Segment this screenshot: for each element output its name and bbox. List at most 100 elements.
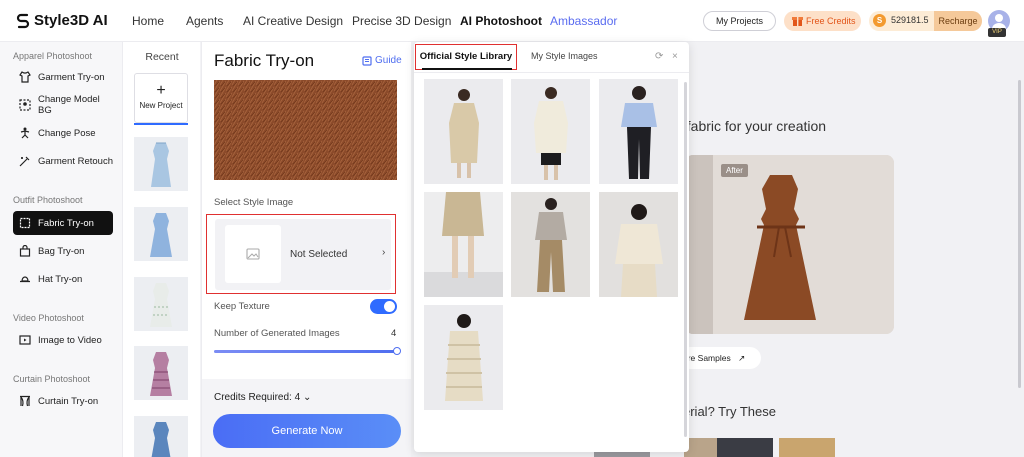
keep-texture-label: Keep Texture: [214, 301, 270, 312]
fabric-swatch[interactable]: [717, 438, 773, 457]
recent-thumbnail[interactable]: [134, 137, 188, 191]
style-image-tile[interactable]: [424, 192, 503, 297]
guide-link[interactable]: Guide: [362, 55, 402, 66]
after-badge: After: [721, 164, 748, 177]
nav-ai-photoshoot[interactable]: AI Photoshoot: [460, 14, 542, 28]
style-image-selector[interactable]: Not Selected ›: [206, 214, 396, 294]
sidebar: Apparel Photoshoot Garment Try-on Change…: [0, 42, 122, 457]
sidebar-item-change-model-bg[interactable]: Change Model BG: [13, 93, 113, 117]
free-credits-button[interactable]: Free Credits: [784, 11, 861, 31]
sidebar-item-change-pose[interactable]: Change Pose: [13, 121, 113, 145]
sidebar-section-video: Video Photoshoot: [13, 313, 84, 323]
chevron-right-icon: ›: [382, 247, 386, 258]
retouch-icon: [19, 155, 31, 167]
panel-footer: Credits Required: 4 ⌄ Generate Now: [202, 379, 412, 457]
image-placeholder: [225, 225, 281, 283]
slider-handle[interactable]: [393, 347, 401, 355]
style3d-logo-icon: [16, 13, 30, 28]
chevron-down-icon: ⌄: [302, 392, 312, 403]
recent-thumbnail[interactable]: [134, 207, 188, 261]
book-icon: [362, 55, 372, 66]
num-images-slider[interactable]: [214, 350, 398, 353]
sample-card: After: [685, 155, 894, 334]
hat-icon: [19, 273, 31, 285]
gift-icon: [792, 17, 803, 26]
sample-image: [685, 155, 894, 334]
sidebar-item-garment-try-on[interactable]: Garment Try-on: [13, 65, 113, 89]
tab-my-style-images[interactable]: My Style Images: [531, 51, 598, 61]
library-scrollbar[interactable]: [684, 82, 687, 437]
style-image-tile[interactable]: [424, 305, 503, 410]
sidebar-section-curtain: Curtain Photoshoot: [13, 374, 91, 384]
new-project-label: New Project: [139, 101, 183, 110]
bag-icon: [19, 245, 31, 257]
sidebar-item-fabric-try-on[interactable]: Fabric Try-on: [13, 211, 113, 235]
fabric-swatch[interactable]: [779, 438, 835, 457]
nav-precise-3d-design[interactable]: Precise 3D Design: [352, 14, 451, 28]
recent-thumbnail[interactable]: [134, 416, 188, 457]
style-image-tile[interactable]: [599, 192, 678, 297]
brand-logo[interactable]: Style3D AI: [16, 12, 108, 29]
try-these-heading: erial? Try These: [683, 404, 776, 419]
credits-required[interactable]: Credits Required: 4 ⌄: [214, 392, 311, 403]
keep-texture-toggle[interactable]: [370, 299, 397, 314]
main-heading: t fabric for your creation: [679, 118, 827, 134]
tab-official-style-library[interactable]: Official Style Library: [415, 44, 517, 70]
tab-divider: [414, 72, 689, 73]
image-icon: [246, 248, 260, 260]
arrow-up-right-icon: ↗: [738, 353, 746, 363]
free-credits-label: Free Credits: [806, 16, 856, 26]
garment-icon: [19, 71, 31, 83]
nav-agents[interactable]: Agents: [186, 14, 223, 28]
curtain-icon: [19, 395, 31, 407]
style-image-tile[interactable]: [511, 79, 590, 184]
video-icon: [19, 334, 31, 346]
style-image-tile[interactable]: [599, 79, 678, 184]
close-icon[interactable]: ×: [672, 51, 678, 62]
style-library-popover: Official Style Library My Style Images ⟳…: [414, 42, 689, 452]
brand-name: Style3D AI: [34, 12, 108, 29]
num-images-value: 4: [391, 328, 397, 339]
fabric-icon: [19, 217, 31, 229]
nav-home[interactable]: Home: [132, 14, 164, 28]
pose-icon: [19, 127, 31, 139]
recent-thumbnail[interactable]: [134, 346, 188, 400]
sidebar-item-curtain-try-on[interactable]: Curtain Try-on: [13, 389, 113, 413]
style-image-tile[interactable]: [511, 192, 590, 297]
select-style-label: Select Style Image: [214, 197, 294, 208]
plus-icon: +: [156, 82, 166, 99]
refresh-icon[interactable]: ⟳: [655, 51, 663, 62]
my-projects-button[interactable]: My Projects: [703, 11, 776, 31]
style-image-selector-inner: Not Selected ›: [215, 219, 391, 290]
top-nav: Style3D AI Home Agents AI Creative Desig…: [0, 0, 1024, 42]
page-title: Fabric Try-on: [214, 51, 315, 70]
sidebar-item-garment-retouch[interactable]: Garment Retouch: [13, 149, 113, 173]
sidebar-section-outfit: Outfit Photoshoot: [13, 195, 83, 205]
style-image-tile[interactable]: [424, 79, 503, 184]
sidebar-item-image-to-video[interactable]: Image to Video: [13, 328, 113, 352]
more-samples-button[interactable]: ore Samples ↗: [679, 347, 761, 369]
credit-balance-value: 529181.5: [891, 15, 929, 25]
recent-thumbnail[interactable]: [134, 277, 188, 331]
credit-balance: S 529181.5 Recharge: [869, 11, 982, 31]
fabric-try-on-panel: Fabric Try-on Guide Select Style Image N…: [201, 42, 412, 457]
fabric-preview[interactable]: [214, 80, 397, 180]
active-tab-underline: [422, 68, 512, 70]
num-images-label: Number of Generated Images: [214, 328, 340, 339]
new-project-button[interactable]: + New Project: [134, 73, 188, 123]
generate-now-button[interactable]: Generate Now: [213, 414, 401, 448]
sidebar-section-apparel: Apparel Photoshoot: [13, 51, 93, 61]
sidebar-item-hat-try-on[interactable]: Hat Try-on: [13, 267, 113, 291]
not-selected-text: Not Selected: [290, 249, 348, 260]
coin-icon: S: [873, 14, 886, 27]
background-icon: [19, 99, 31, 111]
recent-column: Recent + New Project: [122, 42, 200, 457]
recharge-button[interactable]: Recharge: [934, 11, 982, 31]
sidebar-item-bag-try-on[interactable]: Bag Try-on: [13, 239, 113, 263]
nav-ai-creative-design[interactable]: AI Creative Design: [243, 14, 343, 28]
new-project-indicator: [134, 123, 188, 125]
vip-badge: VIP: [988, 28, 1006, 37]
page-scrollbar[interactable]: [1018, 80, 1021, 388]
recent-title: Recent: [145, 51, 179, 63]
nav-ambassador[interactable]: Ambassador: [550, 14, 617, 28]
